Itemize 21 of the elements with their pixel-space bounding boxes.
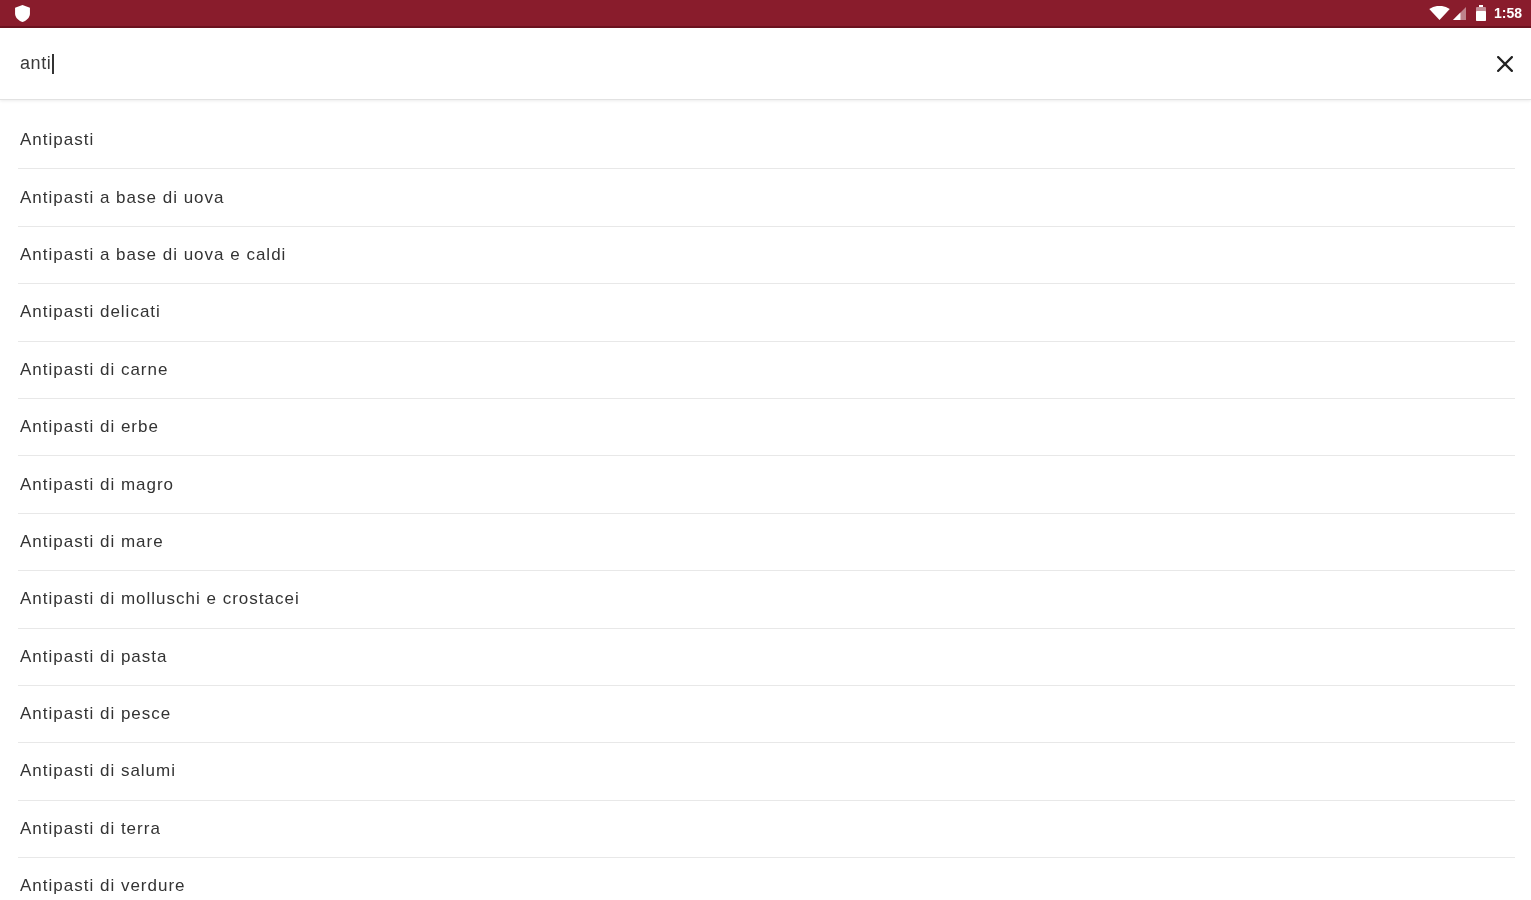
suggestion-item[interactable]: Antipasti a base di uova e caldi — [20, 244, 287, 265]
battery-icon — [1475, 5, 1486, 21]
suggestion-item[interactable]: Antipasti — [20, 130, 95, 151]
suggestion-item[interactable]: Antipasti delicati — [20, 302, 161, 323]
suggestion-item[interactable]: Antipasti di salumi — [20, 761, 176, 782]
suggestion-item[interactable]: Antipasti di molluschi e crostacei — [20, 589, 300, 610]
suggestion-item[interactable]: Antipasti di magro — [20, 474, 175, 495]
suggestion-item[interactable]: Antipasti di mare — [20, 531, 164, 552]
search-field[interactable]: anti — [20, 43, 1493, 84]
suggestion-item[interactable]: Antipasti di pesce — [20, 704, 172, 725]
suggestion-item[interactable]: Antipasti di verdure — [20, 876, 186, 897]
wifi-icon — [1428, 6, 1450, 20]
shield-icon — [15, 4, 30, 22]
suggestion-item[interactable]: Antipasti di carne — [20, 359, 169, 380]
suggestion-item[interactable]: Antipasti a base di uova — [20, 187, 225, 208]
signal-icon — [1452, 6, 1466, 20]
suggestion-item[interactable]: Antipasti di pasta — [20, 646, 168, 667]
suggestion-item[interactable]: Antipasti di erbe — [20, 417, 159, 438]
suggestion-item[interactable]: Antipasti di terra — [20, 818, 161, 839]
close-icon — [1497, 55, 1513, 72]
status-time: 1:58 — [1493, 5, 1522, 21]
